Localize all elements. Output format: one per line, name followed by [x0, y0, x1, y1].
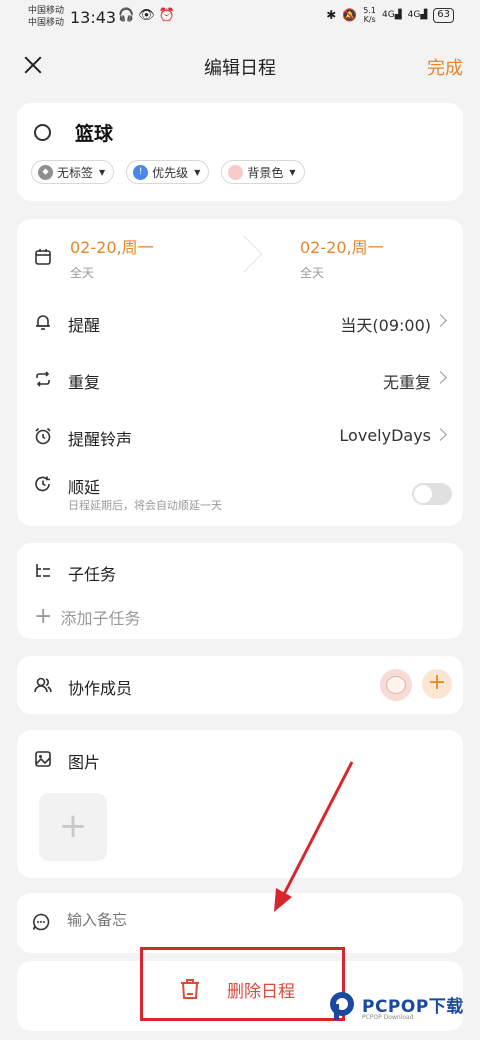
start-date[interactable]: 02-20,周一 全天	[70, 234, 154, 281]
end-date-sub: 全天	[300, 266, 325, 280]
alarm-icon: ⏰	[158, 8, 179, 23]
eye-icon: 👁	[138, 8, 159, 23]
picture-row: 图片	[17, 739, 463, 779]
caret-down-icon: ▼	[289, 167, 296, 177]
ringtone-row[interactable]: 提醒铃声 LovelyDays	[17, 416, 463, 456]
carrier-1: 中国移动	[28, 6, 65, 16]
postpone-toggle[interactable]	[412, 483, 452, 505]
priority-icon: !	[133, 164, 149, 180]
task-chips: ⬥ 无标签 ▼ ! 优先级 ▼ 背景色 ▼	[31, 160, 305, 184]
color-swatch-icon	[228, 164, 244, 180]
done-button[interactable]: 完成	[427, 54, 463, 80]
watermark: PCPOP下载 PCPOP Download	[326, 990, 476, 1030]
add-subtask-label: 添加子任务	[60, 609, 141, 628]
ringtone-value: LovelyDays	[339, 426, 431, 445]
repeat-icon	[36, 371, 50, 387]
signal-1-icon: 4G▟	[382, 10, 402, 20]
carrier-labels: 中国移动 中国移动	[28, 5, 64, 29]
plus-icon: +	[34, 604, 53, 629]
picture-title: 图片	[68, 753, 101, 772]
signal-2-icon: 4G▟	[407, 10, 428, 20]
tag-icon: ⬥	[38, 164, 53, 180]
background-color-chip-label: 背景色	[247, 165, 284, 180]
status-time: 13:43	[70, 8, 117, 27]
collaborators-card: 协作成员 +	[17, 656, 463, 714]
priority-chip[interactable]: ! 优先级 ▼	[126, 160, 210, 184]
bluetooth-icon: ✱	[326, 8, 337, 22]
headphone-icon: 🎧	[118, 8, 139, 23]
caret-down-icon: ▼	[99, 167, 106, 177]
picture-card: 图片 +	[17, 730, 463, 878]
start-date-sub: 全天	[70, 266, 95, 280]
subtask-card: 子任务 + 添加子任务	[17, 543, 463, 639]
repeat-label: 重复	[68, 373, 101, 392]
collaborators-title: 协作成员	[68, 679, 133, 698]
subtask-header: 子任务	[17, 551, 463, 591]
highlight-box	[140, 947, 345, 1021]
status-bar: 中国移动 中国移动 13:43 🎧👁⏰ ✱ 🔕 5.1 K/s 4G▟ 4G▟ …	[0, 0, 480, 36]
signal-2-label: 4G	[407, 10, 421, 20]
network-speed: 5.1 K/s	[363, 6, 376, 24]
chevron-right-icon	[434, 428, 447, 441]
add-picture-button[interactable]: +	[39, 793, 107, 861]
task-card: 篮球 ⬥ 无标签 ▼ ! 优先级 ▼ 背景色 ▼	[17, 103, 463, 201]
priority-chip-label: 优先级	[152, 165, 189, 180]
background-color-chip[interactable]: 背景色 ▼	[221, 160, 305, 184]
add-subtask-button[interactable]: + 添加子任务	[34, 605, 140, 629]
top-bar: 编辑日程 完成	[0, 44, 480, 88]
bell-icon	[36, 315, 50, 330]
date-range-arrow-icon	[225, 235, 263, 273]
memo-card	[17, 893, 463, 953]
tag-chip[interactable]: ⬥ 无标签 ▼	[31, 160, 115, 184]
speed-unit: K/s	[363, 15, 376, 24]
ringtone-label: 提醒铃声	[68, 430, 133, 449]
subtask-title: 子任务	[68, 565, 117, 584]
postpone-clock-icon	[35, 476, 50, 492]
status-icons-right: ✱ 🔕 5.1 K/s 4G▟ 4G▟ 63	[326, 6, 454, 24]
task-name[interactable]: 篮球	[75, 119, 113, 146]
pcpop-logo-icon	[330, 992, 354, 1020]
repeat-row[interactable]: 重复 无重复	[17, 359, 463, 399]
start-date-value: 02-20,周一	[70, 238, 154, 257]
watermark-sub: PCPOP Download	[362, 1014, 414, 1021]
image-icon	[35, 751, 51, 767]
complete-checkbox[interactable]	[34, 124, 51, 141]
page-title: 编辑日程	[204, 58, 276, 79]
repeat-value: 无重复	[382, 373, 431, 392]
tag-chip-label: 无标签	[57, 165, 94, 180]
end-date-value: 02-20,周一	[300, 238, 384, 257]
chevron-right-icon	[434, 371, 447, 384]
avatar-face	[386, 676, 406, 694]
end-date[interactable]: 02-20,周一 全天	[300, 234, 384, 281]
reminder-value: 当天(09:00)	[340, 316, 431, 335]
calendar-icon	[35, 249, 51, 265]
memo-input[interactable]	[67, 911, 427, 929]
carrier-2: 中国移动	[28, 18, 65, 28]
avatar[interactable]	[380, 669, 412, 701]
speed-value: 5.1	[363, 6, 377, 15]
schedule-card: 02-20,周一 全天 02-20,周一 全天 提醒 当天(09:00) 重复 …	[17, 219, 463, 526]
postpone-label: 顺延	[68, 478, 101, 497]
caret-down-icon: ▼	[194, 167, 201, 177]
reminder-label: 提醒	[68, 316, 101, 335]
add-collaborator-button[interactable]: +	[422, 669, 452, 699]
status-icons-left: 🎧👁⏰	[118, 8, 179, 23]
comment-icon	[32, 913, 50, 931]
postpone-description: 日程延期后，将会自动顺延一天	[68, 499, 222, 512]
battery-icon: 63	[433, 7, 454, 23]
subtask-list-icon	[36, 564, 50, 577]
chevron-right-icon	[434, 314, 447, 327]
mute-icon: 🔕	[342, 8, 358, 22]
signal-1-label: 4G	[382, 10, 395, 20]
people-icon	[34, 677, 52, 693]
alarm-clock-icon	[35, 427, 51, 445]
reminder-row[interactable]: 提醒 当天(09:00)	[17, 302, 463, 342]
